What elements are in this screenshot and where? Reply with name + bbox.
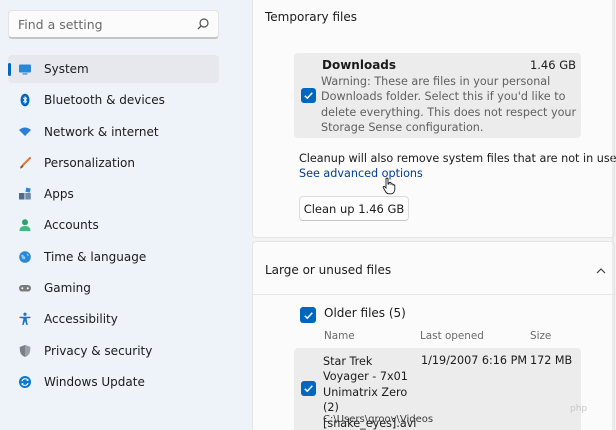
search-box[interactable] bbox=[8, 10, 219, 39]
downloads-checkbox[interactable] bbox=[301, 88, 316, 103]
accounts-icon bbox=[18, 218, 32, 232]
table-row[interactable]: Star Trek Voyager - 7x01 Unimatrix Zero … bbox=[294, 348, 581, 430]
column-header-size: Size bbox=[530, 330, 552, 342]
wifi-icon bbox=[18, 125, 32, 139]
file-checkbox[interactable] bbox=[301, 381, 316, 396]
sidebar-item-label: Accounts bbox=[44, 218, 99, 233]
sidebar-item-gaming[interactable]: Gaming bbox=[8, 274, 219, 302]
system-icon bbox=[18, 62, 32, 76]
file-size: 172 MB bbox=[530, 354, 573, 367]
cleanup-note: Cleanup will also remove system files th… bbox=[299, 152, 616, 165]
search-icon[interactable] bbox=[196, 17, 210, 31]
sidebar-item-label: Time & language bbox=[44, 249, 147, 264]
checkmark-icon bbox=[304, 92, 313, 100]
scrollbar[interactable] bbox=[611, 0, 615, 430]
file-last-opened: 1/19/2007 6:16 PM bbox=[421, 354, 527, 367]
shield-icon bbox=[18, 344, 32, 358]
brush-icon bbox=[18, 156, 32, 170]
chevron-up-icon[interactable] bbox=[595, 265, 607, 277]
temporary-files-title: Temporary files bbox=[265, 10, 357, 24]
search-input[interactable] bbox=[9, 11, 189, 37]
gamepad-icon bbox=[18, 281, 32, 295]
sidebar-item-label: System bbox=[44, 62, 89, 76]
older-files-checkbox[interactable] bbox=[300, 307, 316, 323]
sidebar-item-network[interactable]: Network & internet bbox=[8, 118, 219, 146]
sidebar-item-label: Windows Update bbox=[44, 374, 145, 389]
sidebar-item-label: Gaming bbox=[44, 281, 91, 296]
sidebar-item-label: Personalization bbox=[44, 155, 135, 170]
clean-up-button[interactable]: Clean up 1.46 GB bbox=[299, 196, 409, 221]
sidebar-item-label: Network & internet bbox=[44, 124, 159, 139]
sidebar-item-system[interactable]: System bbox=[8, 55, 219, 83]
active-indicator bbox=[8, 63, 11, 76]
sidebar: System Bluetooth & devices Network & int… bbox=[0, 0, 251, 430]
sidebar-item-bluetooth[interactable]: Bluetooth & devices bbox=[8, 86, 219, 114]
sidebar-item-privacy[interactable]: Privacy & security bbox=[8, 337, 219, 365]
large-unused-files-card: Large or unused files Older files (5) Na… bbox=[252, 241, 616, 430]
watermark: php bbox=[570, 404, 588, 414]
sidebar-item-apps[interactable]: Apps bbox=[8, 180, 219, 208]
downloads-warning: Warning: These are files in your persona… bbox=[321, 75, 577, 135]
globe-icon bbox=[18, 250, 32, 264]
sidebar-item-time-language[interactable]: Time & language bbox=[8, 243, 219, 271]
file-path: C:\Users\groov\Videos bbox=[323, 414, 434, 425]
checkmark-icon bbox=[304, 385, 313, 393]
sidebar-item-label: Privacy & security bbox=[44, 343, 153, 358]
sidebar-item-personalization[interactable]: Personalization bbox=[8, 149, 219, 177]
downloads-title: Downloads bbox=[322, 58, 397, 72]
downloads-size: 1.46 GB bbox=[529, 58, 576, 72]
sidebar-item-label: Bluetooth & devices bbox=[44, 93, 165, 108]
sidebar-item-windows-update[interactable]: Windows Update bbox=[8, 368, 219, 396]
update-icon bbox=[18, 375, 32, 389]
sidebar-item-label: Apps bbox=[44, 187, 74, 202]
apps-icon bbox=[18, 187, 32, 201]
temporary-files-card: Temporary files Downloads 1.46 GB Warnin… bbox=[252, 0, 616, 238]
column-header-last-opened: Last opened bbox=[420, 330, 484, 342]
large-unused-files-title: Large or unused files bbox=[265, 263, 392, 277]
column-header-name: Name bbox=[324, 330, 355, 342]
hand-cursor-icon bbox=[382, 177, 396, 195]
sidebar-item-accounts[interactable]: Accounts bbox=[8, 211, 219, 239]
see-advanced-options-link[interactable]: See advanced options bbox=[299, 167, 423, 180]
sidebar-item-label: Accessibility bbox=[44, 312, 118, 327]
section-divider bbox=[253, 294, 616, 295]
checkmark-icon bbox=[303, 311, 313, 319]
accessibility-icon bbox=[18, 312, 32, 326]
sidebar-item-accessibility[interactable]: Accessibility bbox=[8, 305, 219, 333]
bluetooth-icon bbox=[18, 93, 32, 107]
sidebar-nav: System Bluetooth & devices Network & int… bbox=[8, 55, 219, 399]
downloads-option[interactable]: Downloads 1.46 GB Warning: These are fil… bbox=[294, 53, 581, 138]
older-files-label: Older files (5) bbox=[324, 306, 406, 320]
main-content: Temporary files Downloads 1.46 GB Warnin… bbox=[251, 0, 616, 430]
